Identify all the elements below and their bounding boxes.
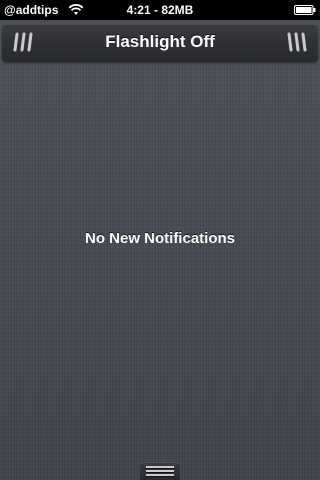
pull-handle-icon[interactable] xyxy=(140,462,180,480)
grip-icon[interactable] xyxy=(284,31,308,53)
empty-notifications-message: No New Notifications xyxy=(84,230,235,247)
handle-line xyxy=(146,466,174,468)
status-bar: @addtips 4:21 - 82MB xyxy=(0,0,320,20)
flashlight-widget[interactable]: Flashlight Off xyxy=(2,24,318,62)
status-time: 4:21 - 82MB xyxy=(126,3,194,17)
handle-line xyxy=(146,474,174,476)
flashlight-toggle[interactable]: Flashlight Off xyxy=(2,24,318,60)
handle-line xyxy=(146,470,174,472)
battery-icon xyxy=(294,5,316,15)
